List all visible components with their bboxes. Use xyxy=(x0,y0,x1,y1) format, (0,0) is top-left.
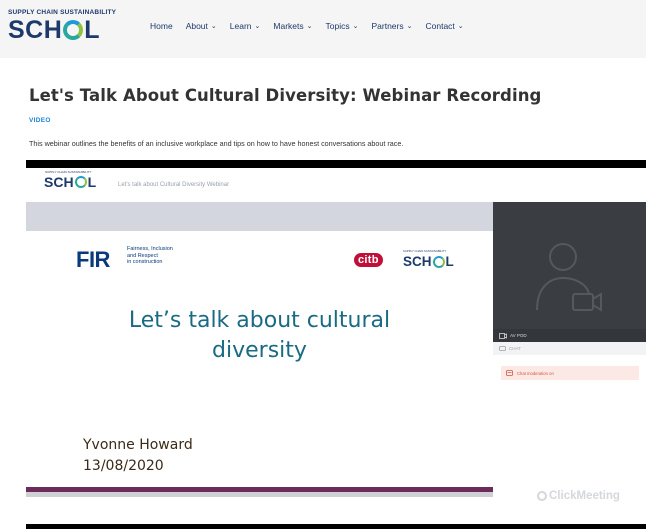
chevron-down-icon: ⌄ xyxy=(457,23,464,30)
video-logo: SCH L xyxy=(44,174,96,190)
video-logo-l: L xyxy=(87,174,97,190)
presenter-name: Yvonne Howard xyxy=(83,437,193,453)
logo-o-icon xyxy=(432,255,445,268)
slide-logo-l: L xyxy=(445,254,454,269)
slide-school-logo: SCH L xyxy=(403,254,454,269)
chat-moderation-notice: Chat moderation on xyxy=(501,366,639,380)
slide-heading: Let’s talk about cultural diversity xyxy=(26,306,493,366)
chevron-down-icon: ⌄ xyxy=(306,23,313,30)
nav-label: Partners xyxy=(371,21,404,31)
logo-sch-text: SCH xyxy=(8,16,63,44)
page-title: Let's Talk About Cultural Diversity: Web… xyxy=(29,86,542,105)
chat-moderation-text: Chat moderation on xyxy=(517,370,554,376)
logo-o-icon xyxy=(74,176,87,188)
chevron-down-icon: ⌄ xyxy=(406,23,413,30)
nav-topics[interactable]: Topics ⌄ xyxy=(326,21,359,31)
video-player[interactable]: SUPPLY CHAIN SUSTAINABILITY SCH L Let's t… xyxy=(26,160,646,529)
webinar-side-panel: AV POD CHAT Chat moderation on ClickMeet… xyxy=(493,202,646,524)
site-header: SUPPLY CHAIN SUSTAINABILITY SCH L Home Ab… xyxy=(0,0,646,58)
article-description: This webinar outlines the benefits of an… xyxy=(29,139,404,148)
nav-learn[interactable]: Learn ⌄ xyxy=(230,21,261,31)
chat-icon xyxy=(499,345,506,351)
video-logo-sch: SCH xyxy=(44,174,74,190)
nav-label: Markets xyxy=(273,21,304,31)
site-logo[interactable]: SUPPLY CHAIN SUSTAINABILITY SCH L xyxy=(8,9,140,49)
video-header: SUPPLY CHAIN SUSTAINABILITY SCH L Let's t… xyxy=(26,168,646,202)
clickmeeting-brand: ClickMeeting xyxy=(537,490,620,502)
camera-placeholder-icon xyxy=(536,243,602,312)
logo-wordmark: SCH L xyxy=(8,16,140,44)
logo-tagline: SUPPLY CHAIN SUSTAINABILITY xyxy=(8,9,117,16)
slide-logo-tagline: SUPPLY CHAIN SUSTAINABILITY xyxy=(403,249,447,253)
presentation-date: 13/08/2020 xyxy=(83,458,164,474)
av-pod-tab[interactable]: AV POD xyxy=(493,329,646,342)
slide-logo-sch: SCH xyxy=(403,254,432,269)
nav-partners[interactable]: Partners ⌄ xyxy=(371,21,412,31)
main-nav: Home About ⌄ Learn ⌄ Markets ⌄ Topics ⌄ Part… xyxy=(150,21,464,31)
slide-heading-line: diversity xyxy=(212,338,307,363)
fir-logo: FIR xyxy=(76,247,110,272)
camera-feed xyxy=(493,202,646,329)
slide-stripe xyxy=(26,492,493,497)
logo-o-icon xyxy=(63,20,84,40)
nav-label: Contact xyxy=(425,21,455,31)
nav-label: Home xyxy=(150,21,173,31)
webinar-title: Let's talk about Cultural Diversity Webi… xyxy=(118,182,230,188)
clickmeeting-label: ClickMeeting xyxy=(549,490,620,502)
chevron-down-icon: ⌄ xyxy=(210,23,217,30)
slide-top-band xyxy=(26,202,493,231)
nav-home[interactable]: Home xyxy=(150,21,173,31)
av-pod-label: AV POD xyxy=(510,333,527,338)
chevron-down-icon: ⌄ xyxy=(352,23,359,30)
fir-tagline: Fairness, Inclusion and Respect in const… xyxy=(127,246,173,266)
chat-tab[interactable]: CHAT xyxy=(493,342,646,355)
logo-l-text: L xyxy=(84,16,101,44)
nav-about[interactable]: About ⌄ xyxy=(186,21,217,31)
moderation-icon xyxy=(506,370,513,376)
video-camera-icon xyxy=(499,332,507,339)
slide-heading-line: Let’s talk about cultural xyxy=(128,308,391,333)
nav-contact[interactable]: Contact ⌄ xyxy=(425,21,463,31)
citb-logo: citb xyxy=(354,253,383,267)
nav-label: About xyxy=(185,21,208,31)
chat-tab-label: CHAT xyxy=(509,346,521,351)
fir-tagline-line: Fairness, Inclusion xyxy=(127,246,173,252)
clickmeeting-logo-icon xyxy=(537,491,547,501)
nav-label: Learn xyxy=(229,21,252,31)
nav-markets[interactable]: Markets ⌄ xyxy=(273,21,312,31)
fir-tagline-line: in construction xyxy=(127,259,163,265)
nav-label: Topics xyxy=(325,21,350,31)
category-link[interactable]: VIDEO xyxy=(29,117,51,124)
presentation-slide: FIR Fairness, Inclusion and Respect in c… xyxy=(26,202,493,524)
chevron-down-icon: ⌄ xyxy=(254,23,261,30)
